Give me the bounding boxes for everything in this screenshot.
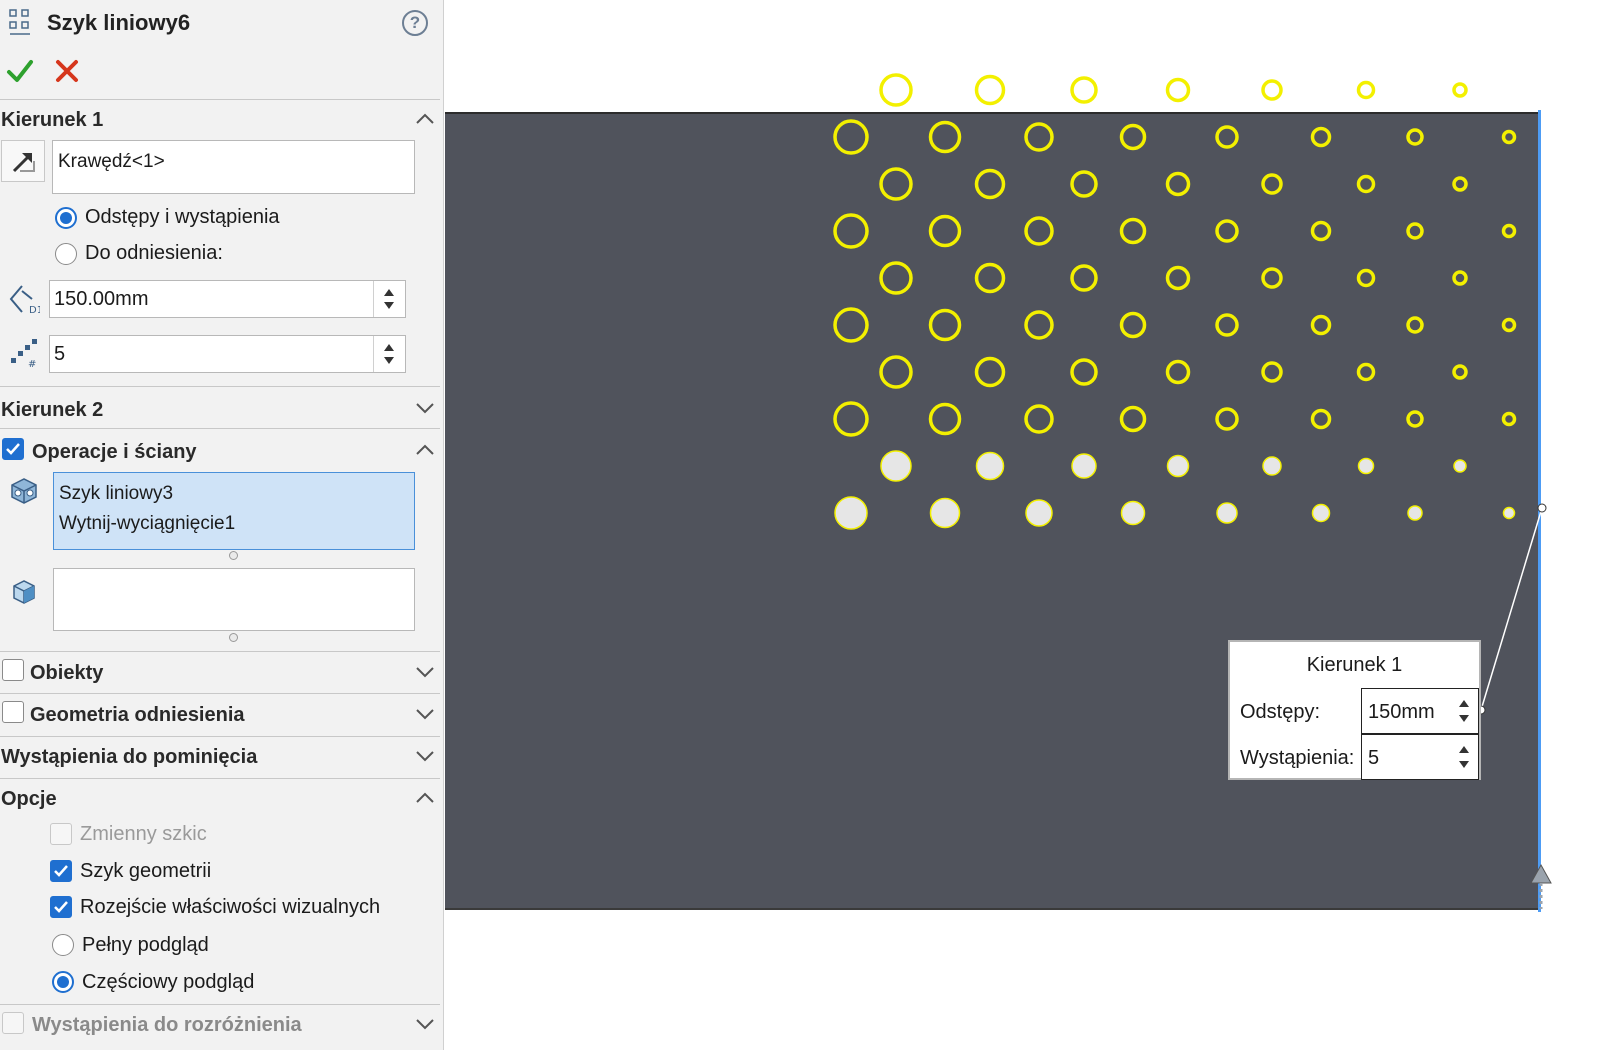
svg-text:#: # [28,359,36,369]
faces-to-pattern-icon [13,580,35,604]
cancel-close-icon[interactable] [54,58,80,84]
features-list[interactable]: Szyk liniowy3 Wytnij-wyciągnięcie1 [53,472,415,550]
partial-preview-label: Częściowy podgląd [82,971,255,993]
reverse-direction-button[interactable] [1,140,45,182]
spacing-spinner[interactable] [373,281,405,317]
section-direction1-header[interactable]: Kierunek 1 [1,109,103,132]
callout-spacing-input[interactable]: 150mm [1361,688,1479,734]
checkmark-icon [54,901,68,913]
section-skip-instances-header[interactable]: Wystąpienia do pominięcia [1,746,257,769]
instances-value: 5 [54,343,66,365]
separator [0,693,440,694]
section-options-header[interactable]: Opcje [1,788,57,811]
chevron-down-icon[interactable] [415,708,435,720]
separator [0,428,440,429]
partial-preview-radio[interactable] [52,971,74,993]
chevron-up-icon[interactable] [415,792,435,804]
reverse-direction-icon [12,153,35,173]
radio-spacing-instances[interactable] [55,207,77,229]
chevron-down-icon[interactable] [415,402,435,414]
full-preview-label: Pełny podgląd [82,934,209,956]
direction1-callout[interactable]: Kierunek 1 Odstępy: 150mm Wystąpienia: 5 [1228,640,1481,780]
section-features-faces-header[interactable]: Operacje i ściany [32,441,197,464]
direction1-reference-field[interactable]: Krawędź<1> [52,140,415,194]
callout-instances-value: 5 [1368,747,1380,769]
section-bodies-header[interactable]: Obiekty [30,662,103,685]
checkmark-icon [6,443,20,455]
direction-arrow-icon[interactable] [1528,863,1554,911]
resize-handle[interactable] [229,633,238,642]
features-faces-checkbox[interactable] [2,438,24,460]
ok-checkmark-icon[interactable] [6,58,34,84]
separator [0,99,440,100]
separator [0,651,440,652]
geometry-pattern-label: Szyk geometrii [80,860,212,882]
feature-title: Szyk liniowy6 [47,10,191,35]
chevron-down-icon[interactable] [415,750,435,762]
linear-pattern-icon [9,9,30,35]
graphics-viewport[interactable] [445,0,1600,1050]
instances-to-vary-checkbox [2,1012,24,1034]
section-instances-to-vary-header: Wystąpienia do rozróżnienia [32,1014,302,1036]
instances-icon: # [11,339,37,369]
chevron-down-icon[interactable] [415,1018,435,1030]
property-manager: Szyk liniowy6 ? Kierunek 1 Krawędź<1> Od… [0,0,444,1050]
list-item[interactable]: Wytnij-wyciągnięcie1 [59,509,409,539]
propagate-visual-label: Rozejście właściwości wizualnych [80,896,381,918]
chevron-down-icon[interactable] [415,666,435,678]
separator [0,736,440,737]
full-preview-radio[interactable] [52,934,74,956]
svg-text:D1: D1 [29,305,40,315]
callout-title: Kierunek 1 [1306,654,1403,676]
resize-handle[interactable] [229,551,238,560]
spacing-icon: D1 [9,285,40,315]
separator [0,1004,440,1005]
callout-instances-input[interactable]: 5 [1361,734,1479,780]
instances-spinner[interactable] [373,336,405,372]
section-direction2-header[interactable]: Kierunek 2 [1,399,103,422]
callout-spacing-spinner[interactable] [1454,699,1474,723]
radio-up-to-reference-label: Do odniesienia: [85,242,223,264]
help-icon[interactable]: ? [402,10,428,36]
leader-line [1476,503,1547,715]
callout-spacing-value: 150mm [1368,701,1435,723]
separator [0,778,440,779]
chevron-up-icon[interactable] [415,113,435,125]
direction1-reference-value: Krawędź<1> [58,151,165,172]
radio-up-to-reference[interactable] [55,243,77,265]
separator [0,386,440,387]
geometry-pattern-checkbox[interactable] [50,860,72,882]
checkmark-icon [54,865,68,877]
propagate-visual-checkbox[interactable] [50,896,72,918]
callout-spacing-label: Odstępy: [1240,701,1321,723]
vary-sketch-checkbox [50,823,72,845]
section-ref-geometry-header[interactable]: Geometria odniesienia [30,704,245,727]
faces-list[interactable] [53,568,415,631]
vary-sketch-label: Zmienny szkic [80,823,207,845]
bodies-checkbox[interactable] [2,659,24,681]
instances-input[interactable]: 5 [49,335,406,373]
spacing-value: 150.00mm [54,288,149,310]
spacing-input[interactable]: 150.00mm [49,280,406,318]
ref-geometry-checkbox[interactable] [2,701,24,723]
callout-instances-label: Wystąpienia: [1240,747,1355,769]
features-to-pattern-icon [11,478,37,504]
radio-spacing-instances-label: Odstępy i wystąpienia [85,206,280,228]
list-item[interactable]: Szyk liniowy3 [59,479,409,509]
chevron-up-icon[interactable] [415,444,435,456]
callout-instances-spinner[interactable] [1454,745,1474,769]
